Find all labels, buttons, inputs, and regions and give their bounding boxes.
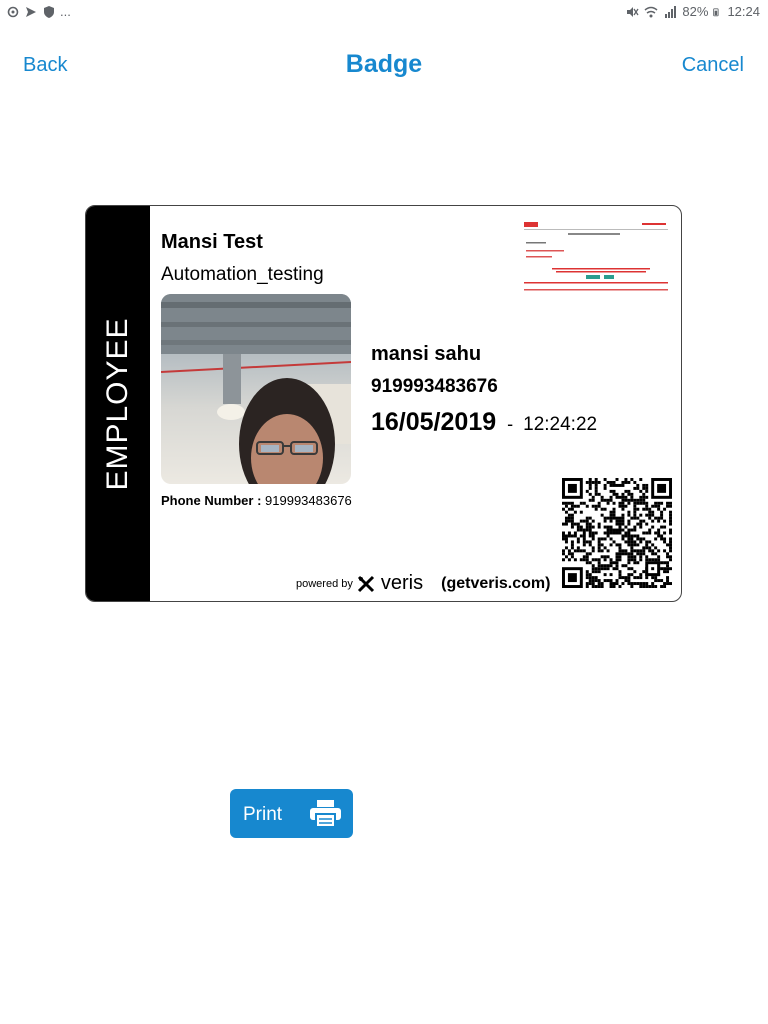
department: Automation_testing xyxy=(161,264,324,285)
page-title: Badge xyxy=(345,50,423,78)
visitor-photo xyxy=(161,294,351,484)
shield-icon xyxy=(44,5,54,18)
checkin-date: 16/05/2019 xyxy=(371,408,497,436)
cancel-button[interactable]: Cancel xyxy=(682,54,744,77)
badge-card: EMPLOYEE Mansi Test Automation_testing P… xyxy=(85,205,682,602)
powered-by: powered by veris (getveris.com) xyxy=(296,572,550,595)
powered-by-label: powered by xyxy=(296,577,353,590)
battery-percent: 82% xyxy=(682,4,709,19)
brand-website: (getveris.com) xyxy=(441,574,551,592)
wifi-icon xyxy=(644,6,658,17)
phone-value: 919993483676 xyxy=(265,493,352,508)
veris-logo-icon xyxy=(357,575,374,592)
checkin-datetime: 16/05/2019 - 12:24:22 xyxy=(371,408,597,437)
signal-icon xyxy=(665,5,677,18)
printer-icon xyxy=(310,800,341,827)
print-button[interactable]: Print xyxy=(230,789,353,838)
visitor-phone: 919993483676 xyxy=(371,376,498,397)
date-time-separator: - xyxy=(507,414,514,434)
mute-icon xyxy=(627,6,639,17)
badge-type-label: EMPLOYEE xyxy=(101,317,134,491)
phone-label: Phone Number : xyxy=(161,493,262,508)
status-bar-right: 82% 12:24 xyxy=(625,4,760,19)
visitor-photo-image xyxy=(161,294,351,484)
status-bar: ... 82% 12:24 xyxy=(0,0,768,26)
brand-name: veris xyxy=(380,572,424,594)
visitor-name: mansi sahu xyxy=(371,343,482,365)
checkin-time: 12:24:22 xyxy=(523,414,598,435)
host-phone: Phone Number : 919993483676 xyxy=(161,493,352,508)
print-button-label: Print xyxy=(243,804,283,825)
send-icon xyxy=(26,6,36,17)
status-bar-left: ... xyxy=(6,4,71,19)
qr-code xyxy=(562,478,672,588)
sync-icon xyxy=(7,6,19,17)
badge-type-stripe: EMPLOYEE xyxy=(86,206,150,601)
status-time: 12:24 xyxy=(727,4,760,19)
document-thumbnail xyxy=(522,220,670,296)
host-name: Mansi Test xyxy=(161,231,263,253)
more-icon: ... xyxy=(60,4,71,19)
battery-icon xyxy=(713,7,720,16)
